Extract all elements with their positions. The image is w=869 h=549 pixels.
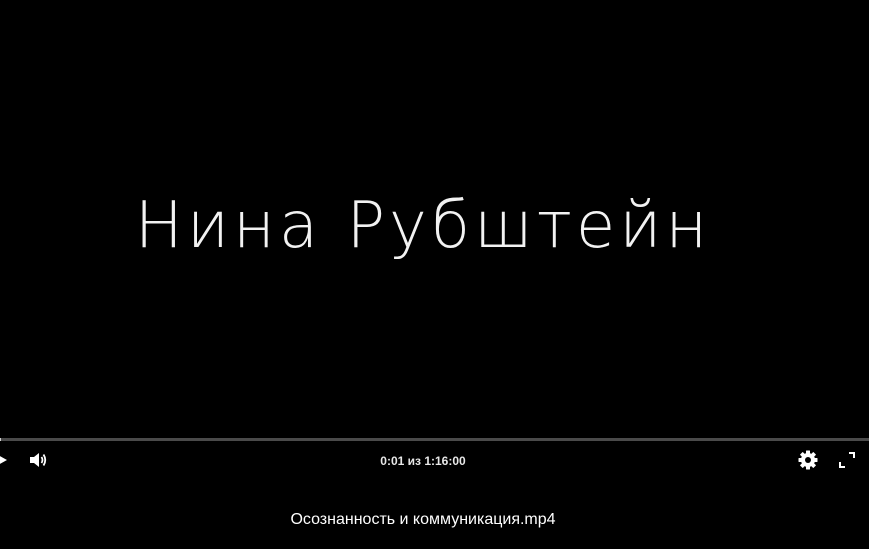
progress-bar[interactable] bbox=[0, 438, 869, 441]
file-name: Осознанность и коммуникация.mp4 bbox=[290, 511, 556, 528]
video-title-text: Нина Рубштейн bbox=[134, 189, 712, 263]
fullscreen-icon bbox=[838, 451, 856, 474]
time-display: 0:01 из 1:16:00 bbox=[380, 454, 466, 468]
control-bar: 0:01 из 1:16:00 bbox=[0, 442, 869, 482]
settings-button[interactable] bbox=[796, 450, 820, 474]
fullscreen-button[interactable] bbox=[836, 450, 858, 474]
gear-icon bbox=[798, 450, 818, 475]
video-frame[interactable]: Нина Рубштейн bbox=[0, 0, 869, 438]
video-player: Нина Рубштейн 0:01 из 1:16:00 Осознаннос… bbox=[0, 0, 869, 549]
